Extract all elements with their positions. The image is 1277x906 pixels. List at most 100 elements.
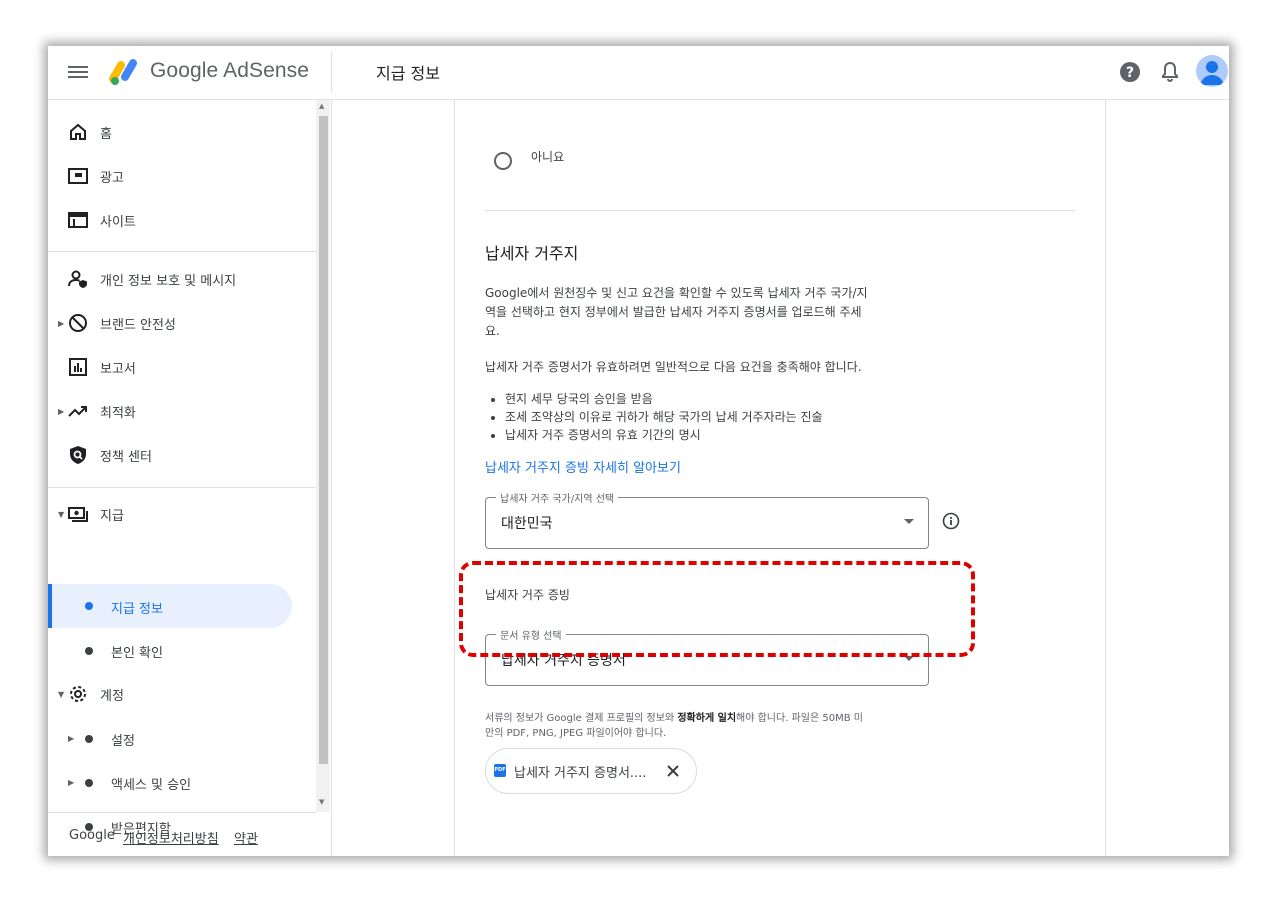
block-icon (69, 314, 87, 332)
payments-icon (68, 507, 88, 522)
adsense-logo-icon (109, 59, 137, 85)
country-select-label: 납세자 거주 국가/지역 선택 (496, 490, 619, 505)
country-select-value: 대한민국 (501, 516, 553, 532)
sidebar-item-access[interactable]: ▶ 액세스 및 승인 (48, 762, 293, 802)
note-line-2: 만의 PDF, PNG, JPEG 파일이어야 합니다. (485, 728, 667, 739)
sidebar-item-settings[interactable]: ▶ 설정 (48, 718, 293, 758)
sidebar-divider (48, 487, 316, 488)
help-icon[interactable]: ? (1118, 60, 1142, 84)
file-name: 납세자 거주지 증명서.... (514, 766, 647, 781)
sidebar-item-label: 지급 (100, 509, 124, 524)
intro-line-2: 역을 선택하고 현지 정부에서 발급한 납세자 거주지 증명서를 업로드해 주세 (485, 305, 862, 319)
sidebar-item-label: 홈 (100, 127, 112, 142)
footer-google: Google (69, 828, 115, 843)
account-avatar[interactable] (1196, 55, 1228, 87)
active-indicator (48, 584, 52, 628)
privacy-policy-link[interactable]: 개인정보처리방침 (123, 828, 219, 847)
uploaded-file-chip[interactable]: PDF 납세자 거주지 증명서.... (485, 748, 697, 794)
intro-line-1: Google에서 원천징수 및 신고 요건을 확인할 수 있도록 납세자 거주 … (485, 286, 868, 300)
page-title: 지급 정보 (376, 64, 440, 83)
highlight-annotation (459, 561, 975, 657)
info-icon[interactable] (942, 512, 960, 530)
scroll-down-arrow-icon[interactable]: ▼ (319, 798, 324, 806)
sidebar-item-ads[interactable]: 광고 (48, 156, 293, 196)
file-requirements-note: 서류의 정보가 Google 결제 프로필의 정보와 정확하게 일치해야 합니다… (485, 711, 945, 741)
radio-no[interactable] (494, 152, 512, 170)
bullet-dot (85, 602, 93, 610)
country-select[interactable]: 납세자 거주 국가/지역 선택 대한민국 (485, 490, 929, 549)
scroll-thumb[interactable] (319, 116, 328, 764)
collapse-arrow-icon[interactable]: ▼ (58, 690, 64, 699)
list-item: 납세자 거주 증명서의 유효 기간의 명시 (505, 426, 965, 444)
list-item: 조세 조약상의 이유로 귀하가 해당 국가의 납세 거주자라는 진술 (505, 408, 965, 426)
intro-text: Google에서 원천징수 및 신고 요건을 확인할 수 있도록 납세자 거주 … (485, 284, 955, 341)
expand-arrow-icon[interactable]: ▶ (68, 778, 74, 787)
sidebar-divider (48, 251, 316, 252)
note-text: 서류의 정보가 Google 결제 프로필의 정보와 (485, 713, 678, 724)
section-divider (485, 210, 1075, 211)
sidebar-item-label: 정책 센터 (100, 450, 152, 465)
sidebar-item-policy-center[interactable]: 정책 센터 (48, 435, 293, 475)
sidebar-item-label: 보고서 (100, 362, 136, 377)
radio-no-label: 아니요 (531, 150, 565, 164)
close-icon[interactable] (666, 764, 680, 778)
reports-icon (69, 358, 87, 376)
expand-arrow-icon[interactable]: ▶ (68, 734, 74, 743)
section-title: 납세자 거주지 (485, 244, 579, 263)
requirement-text: 납세자 거주 증명서가 유효하려면 일반적으로 다음 요건을 충족해야 합니다. (485, 360, 862, 374)
svg-text:?: ? (1126, 65, 1134, 81)
sidebar-item-payments[interactable]: ▼ 지급 (48, 494, 293, 534)
sidebar-item-label: 광고 (100, 171, 124, 186)
sidebar-item-label: 액세스 및 승인 (111, 778, 192, 793)
sidebar-item-label: 최적화 (100, 406, 136, 421)
sidebar-item-identity[interactable]: 본인 확인 (48, 630, 293, 670)
adsense-window: Google AdSense 지급 정보 ? 홈 광고 사이트 개인 정보 보호… (48, 46, 1229, 856)
sidebar-item-payment-info[interactable]: 지급 정보 (48, 584, 292, 628)
header-divider (331, 52, 332, 92)
sidebar-item-label: 개인 정보 보호 및 메시지 (100, 274, 237, 289)
notifications-bell-icon[interactable] (1158, 60, 1182, 84)
sidebar-item-home[interactable]: 홈 (48, 112, 293, 152)
sidebar-item-label: 계정 (100, 689, 124, 704)
ads-icon (68, 168, 88, 184)
pdf-file-icon: PDF (494, 764, 506, 777)
sidebar-footer: Google 개인정보처리방침 약관 (48, 812, 316, 856)
bullet-dot (85, 735, 93, 743)
home-icon (70, 123, 86, 140)
brand-name: Google AdSense (150, 59, 310, 82)
payment-form-card: 아니요 납세자 거주지 Google에서 원천징수 및 신고 요건을 확인할 수… (454, 100, 1106, 856)
privacy-icon (68, 270, 87, 288)
list-item: 현지 세무 당국의 승인을 받음 (505, 390, 965, 408)
sidebar-item-label: 브랜드 안전성 (100, 318, 176, 333)
expand-arrow-icon[interactable]: ▶ (58, 319, 64, 328)
scroll-up-arrow-icon[interactable]: ▲ (319, 102, 324, 110)
trending-icon (68, 406, 87, 417)
sidebar-item-privacy[interactable]: 개인 정보 보호 및 메시지 (48, 259, 293, 299)
hamburger-menu-icon[interactable] (68, 63, 88, 81)
sidebar-item-brand-safety[interactable]: ▶ 브랜드 안전성 (48, 303, 293, 343)
sidebar-item-label: 지급 정보 (111, 602, 163, 617)
policy-shield-icon (70, 446, 86, 464)
sidebar-item-optimization[interactable]: ▶ 최적화 (48, 391, 293, 431)
top-app-bar: Google AdSense 지급 정보 ? (48, 46, 1229, 100)
sidebar-item-account[interactable]: ▼ 계정 (48, 674, 293, 714)
learn-more-link[interactable]: 납세자 거주지 증빙 자세히 알아보기 (485, 457, 681, 476)
sidebar-item-label: 설정 (111, 734, 135, 749)
expand-arrow-icon[interactable]: ▶ (58, 407, 64, 416)
terms-link[interactable]: 약관 (234, 828, 258, 847)
note-emphasis: 정확하게 일치 (677, 713, 737, 724)
requirements-list: 현지 세무 당국의 승인을 받음 조세 조약상의 이유로 귀하가 해당 국가의 … (485, 390, 965, 444)
chevron-down-icon (904, 519, 914, 524)
note-text: 해야 합니다. 파일은 50MB 미 (736, 713, 863, 724)
sidebar-item-label: 사이트 (100, 215, 136, 230)
bullet-dot (85, 647, 93, 655)
collapse-arrow-icon[interactable]: ▼ (58, 510, 64, 519)
intro-line-3: 요. (485, 324, 500, 338)
sidebar-item-sites[interactable]: 사이트 (48, 200, 293, 240)
sidebar-item-reports[interactable]: 보고서 (48, 347, 293, 387)
sites-icon (68, 212, 88, 228)
gear-icon (70, 686, 86, 702)
sidebar-item-label: 본인 확인 (111, 646, 163, 661)
sidebar-scrollbar[interactable]: ▲ ▼ (316, 100, 330, 812)
bullet-dot (85, 779, 93, 787)
